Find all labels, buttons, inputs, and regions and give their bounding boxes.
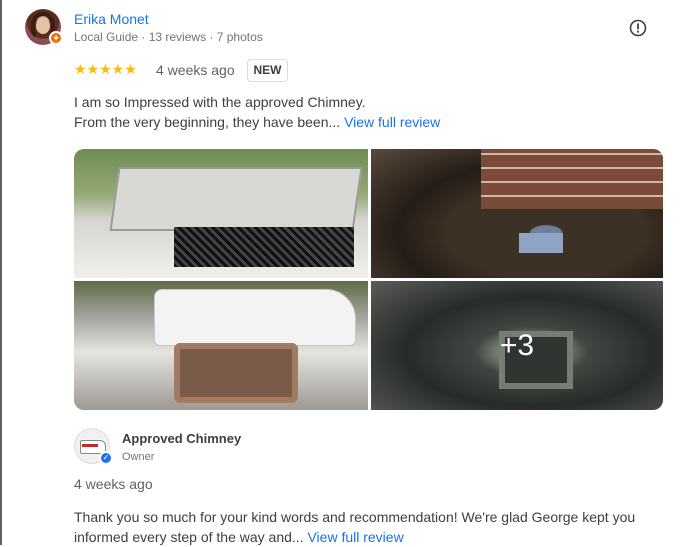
response-text-line: Thank you so much for your kind words an… [74, 509, 636, 525]
flue-opening [519, 233, 563, 253]
owner-response-text: Thank you so much for your kind words an… [74, 507, 674, 547]
review-photo[interactable] [74, 281, 368, 410]
service-van [154, 289, 356, 346]
response-date: 4 weeks ago [74, 476, 153, 492]
owner-avatar[interactable]: ✓ [74, 428, 113, 465]
flue-top [174, 343, 298, 403]
new-badge: NEW [247, 59, 288, 82]
review-photo[interactable] [74, 149, 368, 278]
window-edge [0, 0, 2, 545]
reviewer-avatar[interactable]: ✦ [25, 9, 63, 45]
star-rating: ★★★★★ [74, 61, 137, 77]
view-full-review-link[interactable]: View full review [344, 114, 440, 130]
review-text-line: I am so Impressed with the approved Chim… [74, 94, 366, 110]
review-photo[interactable] [371, 149, 663, 278]
report-icon[interactable] [629, 19, 647, 37]
review-text: I am so Impressed with the approved Chim… [74, 92, 654, 132]
view-full-response-link[interactable]: View full review [307, 529, 403, 545]
owner-logo-stripe [82, 444, 98, 447]
chimney-cap-mesh [174, 227, 354, 267]
owner-role: Owner [122, 451, 155, 463]
chimney-cap-shape [109, 167, 363, 231]
review-photo-grid: +3 [74, 149, 663, 410]
local-guide-icon: ✦ [49, 31, 63, 45]
response-text-excerpt: informed every step of the way and... [74, 529, 304, 545]
brick-wall [481, 149, 663, 209]
review-text-excerpt: From the very beginning, they have been.… [74, 114, 341, 130]
review-photo-more[interactable]: +3 [371, 281, 663, 410]
more-photos-count[interactable]: +3 [371, 281, 663, 410]
reviewer-meta: Local Guide · 13 reviews · 7 photos [74, 30, 263, 44]
reviewer-name[interactable]: Erika Monet [74, 11, 149, 27]
verified-icon: ✓ [99, 451, 113, 465]
owner-name[interactable]: Approved Chimney [122, 431, 241, 446]
review-date: 4 weeks ago [156, 62, 235, 78]
avatar-face [36, 18, 50, 34]
review-text-line: From the very beginning, they have been.… [74, 112, 654, 132]
response-text-line: informed every step of the way and... Vi… [74, 527, 674, 547]
